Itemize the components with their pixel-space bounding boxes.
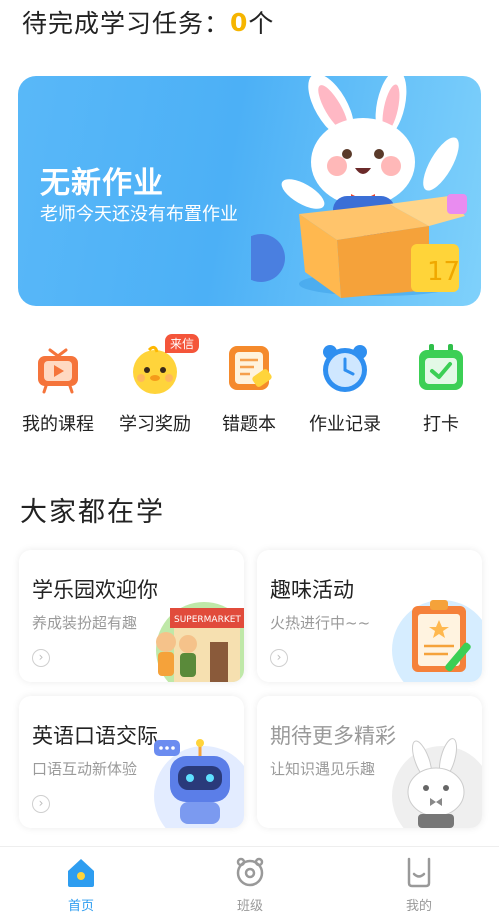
section-title: 大家都在学 [20,497,165,528]
quick-label: 学习奖励 [119,414,191,435]
card-subtitle: 火热进行中~~ [270,614,371,632]
chevron-right-icon[interactable]: › [270,649,288,667]
quick-homework-record[interactable]: 作业记录 [299,336,391,436]
mistake-book-icon [221,340,277,396]
card-title: 趣味活动 [270,578,354,602]
quick-label: 错题本 [222,414,276,435]
tab-home[interactable]: 首页 [31,855,131,914]
checkin-calendar-icon [413,340,469,396]
pending-tasks-suffix: 个 [248,9,275,38]
quick-my-courses[interactable]: 我的课程 [12,336,104,436]
reward-badge: 来信 [164,334,199,353]
quick-checkin[interactable]: 打卡 [395,336,487,436]
clipboard-illustration [392,600,482,682]
tab-mine[interactable]: 我的 [369,855,469,914]
alarm-clock-icon [317,340,373,396]
pending-tasks-header: 待完成学习任务： 0 个 [22,2,274,42]
tab-label: 班级 [236,899,263,914]
card-learning-park[interactable]: 学乐园欢迎你 养成装扮超有趣 › SUPERMARKET [19,550,244,682]
card-subtitle: 让知识遇见乐趣 [270,760,376,778]
reward-chick-icon: 来信 [127,334,199,396]
bottom-tab-bar: 首页 班级 我的 [0,846,499,918]
supermarket-sign: SUPERMARKET [174,615,241,625]
card-more-coming: 期待更多精彩 让知识遇见乐趣 [257,696,482,828]
course-tv-icon [30,340,86,396]
quick-label: 作业记录 [309,414,381,435]
card-english-speaking[interactable]: 英语口语交际 口语互动新体验 › [19,696,244,828]
quick-rewards[interactable]: 来信 学习奖励 [109,334,201,436]
chevron-right-icon[interactable]: › [32,795,50,813]
card-title: 期待更多精彩 [270,724,396,748]
quick-actions: 我的课程 来信 学习奖励 错题本 作业记录 打卡 [0,334,499,446]
quick-label: 我的课程 [22,414,94,435]
pending-tasks-prefix: 待完成学习任务： [22,9,231,38]
card-fun-activity[interactable]: 趣味活动 火热进行中~~ › [257,550,482,682]
tab-label: 我的 [405,899,432,914]
profile-icon [402,855,436,889]
svg-text:17: 17 [427,257,460,287]
quick-label: 打卡 [423,414,459,435]
card-subtitle: 口语互动新体验 [32,760,138,778]
card-title: 学乐园欢迎你 [32,578,158,602]
card-title: 英语口语交际 [32,724,158,748]
quick-mistake-book[interactable]: 错题本 [203,336,295,436]
pending-tasks-count: 0 [230,7,249,37]
banner-subtitle: 老师今天还没有布置作业 [40,204,238,225]
banner-title: 无新作业 [40,166,164,201]
gray-rabbit-illustration [392,738,482,828]
class-icon [233,855,267,889]
home-icon [64,855,98,889]
homework-banner[interactable]: 无新作业 老师今天还没有布置作业 17 [18,76,481,306]
supermarket-illustration: SUPERMARKET [156,602,244,682]
rabbit-box-illustration: 17 [251,76,467,298]
tab-class[interactable]: 班级 [200,855,300,914]
robot-illustration [154,739,244,828]
chevron-right-icon[interactable]: › [32,649,50,667]
tab-label: 首页 [67,899,94,914]
card-subtitle: 养成装扮超有趣 [32,614,138,632]
